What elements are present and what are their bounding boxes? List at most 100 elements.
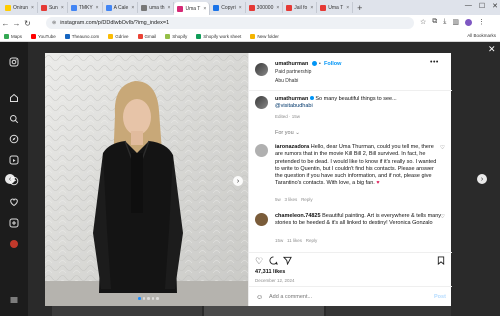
likes-count[interactable]: 47,311 likes [255,269,285,275]
menu-icon[interactable]: ⋮ [478,18,485,26]
address-bar: ← → ↻ ⊜ instagram.com/p/DDdlwbOvIb/?img_… [0,15,500,31]
post-image[interactable]: › [45,53,248,306]
tab-close-icon[interactable]: × [276,5,279,11]
reels-icon[interactable] [8,154,20,166]
comment-icon[interactable] [269,256,278,267]
browser-tab[interactable]: Jail fo × [283,2,318,13]
new-tab-button[interactable]: + [353,3,366,13]
tab-close-icon[interactable]: × [203,6,206,12]
notifications-icon[interactable] [8,196,20,208]
caption-username[interactable]: umathurman [275,96,308,102]
bookmark-favicon-icon [196,33,202,39]
caption-mention[interactable]: @visitabudhabi [275,103,313,109]
browser-tab[interactable]: uma th × [138,2,175,13]
share-icon[interactable] [282,256,292,267]
tab-close-icon[interactable]: × [239,5,242,11]
location-label[interactable]: Abu Dhabi [275,78,298,84]
author-username[interactable]: umathurman [275,61,308,67]
like-comment-icon[interactable]: ♡ [440,145,445,151]
bookmark-item[interactable]: Shopify [165,33,188,39]
tab-close-icon[interactable]: × [31,5,34,11]
browser-tab-strip: Onirun × Sun × TMKY × A Cale × uma th × Uma T × Copy… [0,0,500,15]
star-icon[interactable]: ☆ [420,18,426,26]
browser-tab[interactable]: Sun × [38,2,68,13]
tab-close-icon[interactable]: × [61,5,64,11]
comment-username[interactable]: iaronazadora [275,144,309,150]
reply-button[interactable]: Reply [301,197,313,202]
site-info-icon[interactable]: ⊜ [52,20,56,26]
more-icon[interactable] [8,294,20,306]
bookmark-item[interactable]: Gmail [137,33,156,39]
all-bookmarks[interactable]: All Bookmarks [467,33,496,38]
maximize-icon[interactable]: ☐ [479,2,485,10]
reply-button[interactable]: Reply [306,238,318,243]
search-icon[interactable] [8,113,20,125]
caption-avatar[interactable] [255,96,268,109]
like-icon[interactable]: ♡ [255,256,263,267]
sidepanel-icon[interactable]: ▥ [452,18,459,26]
bookmark-item[interactable]: Shopify work sheet [196,33,241,39]
home-icon[interactable] [8,92,20,104]
browser-tab[interactable]: 300000 × [246,2,284,13]
comment-likes[interactable]: 11 likes [287,238,302,243]
bookmark-item[interactable]: YouTube [31,33,56,39]
bookmark-item[interactable]: Maps [4,33,22,39]
bookmark-item[interactable]: Gdrive [108,33,129,39]
close-modal-icon[interactable]: ✕ [488,44,496,55]
follow-button[interactable]: Follow [324,61,341,67]
download-icon[interactable]: ⤓ [443,18,446,26]
tab-close-icon[interactable]: × [346,5,349,11]
next-post-icon[interactable]: › [477,174,487,184]
commenter-avatar[interactable] [255,213,268,226]
create-icon[interactable] [8,217,20,229]
browser-tab[interactable]: Uma T × [317,2,354,13]
bookmark-label: YouTube [38,33,56,39]
comment-input[interactable] [269,294,419,300]
bookmark-favicon-icon [31,33,37,39]
profile-icon[interactable] [465,19,473,26]
bookmark-item[interactable]: Theauno.com [64,33,99,39]
explore-icon[interactable] [8,133,20,145]
tab-favicon-icon [5,4,11,11]
reload-icon[interactable]: ↻ [22,19,33,28]
post-comment-button[interactable]: Post [434,294,446,300]
tab-close-icon[interactable]: × [310,5,313,11]
bookmark-item[interactable]: New folder [250,33,279,39]
tab-close-icon[interactable]: × [131,5,134,11]
bookmark-label: Shopify [172,33,188,39]
save-icon[interactable] [437,256,445,267]
minimize-icon[interactable]: — [465,2,472,10]
close-window-icon[interactable]: ✕ [492,2,498,10]
browser-tab[interactable]: A Cale × [103,2,139,13]
browser-tab[interactable]: Uma T × [174,2,211,15]
browser-tab[interactable]: Onirun × [2,2,38,13]
tab-close-icon[interactable]: × [168,5,171,11]
profile-avatar-icon[interactable] [8,238,20,250]
background-thumbnail [52,306,202,316]
like-comment-icon[interactable]: ♡ [440,214,445,220]
tab-close-icon[interactable]: × [96,5,99,11]
commenter-avatar[interactable] [255,144,268,157]
emoji-icon[interactable]: ☺ [256,294,263,301]
image-next-icon[interactable]: › [233,176,243,186]
instagram-icon[interactable] [8,56,20,68]
comment-username[interactable]: chameleon.74825 [275,213,321,219]
for-you-label[interactable]: For you ⌄ [275,130,300,136]
post-caption: umathurman So many beautiful things to s… [275,96,435,110]
back-icon[interactable]: ← [0,19,11,28]
browser-tab[interactable]: TMKY × [68,2,103,13]
more-options-icon[interactable]: ••• [430,59,439,66]
extension-icon[interactable]: ⧉ [432,18,437,26]
url-field[interactable]: ⊜ instagram.com/p/DDdlwbOvIb/?img_index=… [46,17,414,29]
browser-tab[interactable]: Copyri × [210,2,246,13]
tab-favicon-icon [141,4,148,11]
author-avatar[interactable] [255,63,268,76]
tab-label: Copyri [221,4,236,11]
paid-partnership-label[interactable]: Paid partnership [275,69,311,75]
forward-icon[interactable]: → [11,19,22,28]
background-thumbnail [326,306,451,316]
comment-likes[interactable]: 3 likes [285,197,298,202]
carousel-dot [142,297,145,300]
previous-post-icon[interactable]: ‹ [5,174,15,184]
tab-label: Sun [48,4,58,11]
